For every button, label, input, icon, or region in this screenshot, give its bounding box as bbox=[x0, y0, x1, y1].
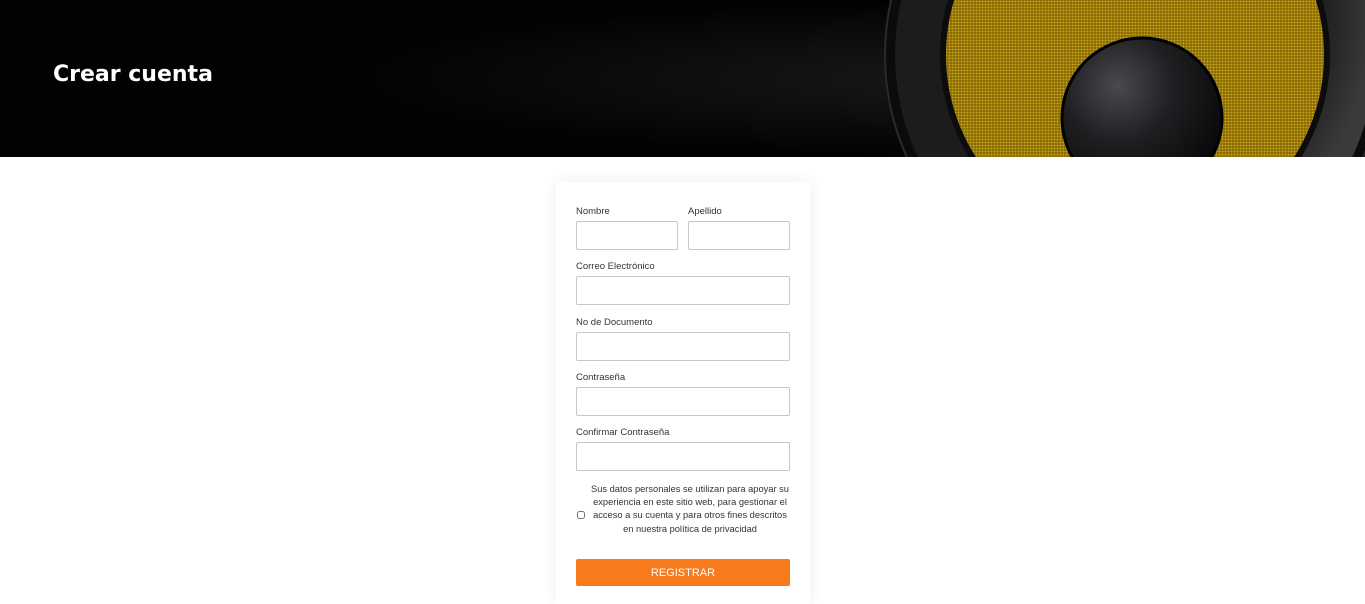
privacy-consent-checkbox[interactable] bbox=[577, 511, 585, 519]
document-number-label: No de Documento bbox=[576, 317, 653, 328]
confirm-password-input[interactable] bbox=[576, 442, 790, 471]
page-title: Crear cuenta bbox=[53, 62, 213, 87]
password-input[interactable] bbox=[576, 387, 790, 416]
email-input[interactable] bbox=[576, 276, 790, 305]
register-button[interactable]: REGISTRAR bbox=[576, 559, 790, 586]
confirm-password-label: Confirmar Contraseña bbox=[576, 427, 670, 438]
register-form: Nombre Apellido Correo Electrónico No de… bbox=[556, 182, 810, 604]
page-header-banner: Crear cuenta bbox=[0, 0, 1365, 157]
password-label: Contraseña bbox=[576, 372, 626, 383]
first-name-input[interactable] bbox=[576, 221, 678, 250]
document-number-input[interactable] bbox=[576, 332, 790, 361]
last-name-label: Apellido bbox=[688, 206, 722, 217]
privacy-consent-text: Sus datos personales se utilizan para ap… bbox=[591, 484, 789, 534]
first-name-label: Nombre bbox=[576, 206, 610, 217]
last-name-input[interactable] bbox=[688, 221, 790, 250]
email-label: Correo Electrónico bbox=[576, 261, 655, 272]
